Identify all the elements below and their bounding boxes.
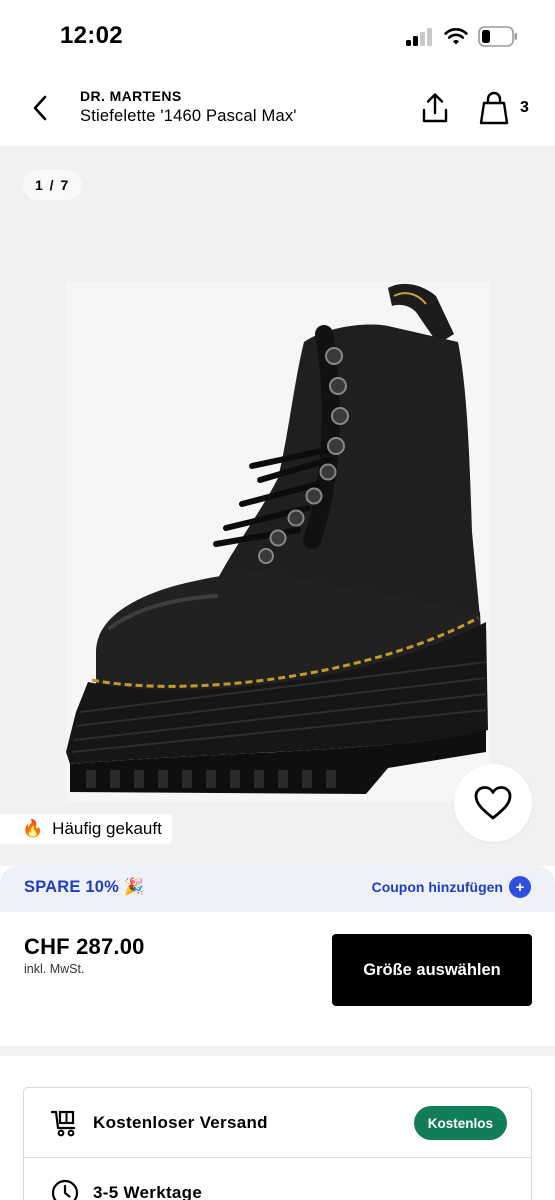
battery-icon (478, 26, 517, 47)
bag-count: 3 (520, 99, 529, 116)
section-divider (0, 1046, 555, 1056)
delivery-time-label: 3-5 Werktage (93, 1183, 203, 1200)
delivery-info-card: Kostenloser Versand Kostenlos 3-5 Werkta… (23, 1087, 532, 1200)
status-bar: 12:02 (0, 0, 555, 72)
heart-icon (474, 786, 512, 820)
promo-text: SPARE 10% 🎉 (24, 878, 145, 896)
share-button[interactable] (418, 90, 452, 126)
delivery-time-row: 3-5 Werktage (24, 1158, 531, 1200)
promo-bar: SPARE 10% 🎉 Coupon hinzufügen + (0, 866, 555, 912)
add-coupon-button[interactable]: Coupon hinzufügen + (372, 876, 531, 898)
bag-icon (479, 91, 509, 125)
product-title: Stiefelette '1460 Pascal Max' (80, 107, 297, 125)
popular-badge: 🔥 Häufig gekauft (0, 814, 172, 844)
shipping-row: Kostenloser Versand Kostenlos (24, 1088, 531, 1158)
free-shipping-badge: Kostenlos (413, 1106, 507, 1140)
shipping-label: Kostenloser Versand (93, 1113, 268, 1132)
coupon-label: Coupon hinzufügen (371, 879, 503, 895)
cart-icon (50, 1110, 76, 1137)
brand-name[interactable]: DR. MARTENS (80, 88, 182, 104)
back-button[interactable] (24, 90, 56, 126)
price: CHF 287.00 (24, 934, 145, 959)
product-gallery[interactable]: 1 / 7 🔥 Häufig gekauft (0, 146, 555, 866)
popular-badge-label: Häufig gekauft (52, 819, 162, 838)
signal-icon (406, 28, 434, 46)
status-time: 12:02 (60, 22, 123, 49)
product-header: DR. MARTENS Stiefelette '1460 Pascal Max… (0, 72, 555, 146)
image-counter: 1 / 7 (23, 170, 82, 200)
select-size-button[interactable]: Größe auswählen (332, 934, 532, 1006)
product-image[interactable] (66, 282, 490, 802)
fire-icon: 🔥 (22, 819, 44, 838)
price-panel: CHF 287.00 inkl. MwSt. Größe auswählen (0, 912, 555, 1046)
share-icon (422, 93, 448, 123)
back-icon (33, 95, 47, 121)
wifi-icon (444, 28, 468, 45)
vat-note: inkl. MwSt. (24, 962, 85, 976)
wishlist-button[interactable] (454, 764, 532, 842)
clock-icon (51, 1179, 79, 1200)
plus-icon: + (509, 876, 531, 898)
shopping-bag-button[interactable]: 3 (478, 88, 534, 128)
